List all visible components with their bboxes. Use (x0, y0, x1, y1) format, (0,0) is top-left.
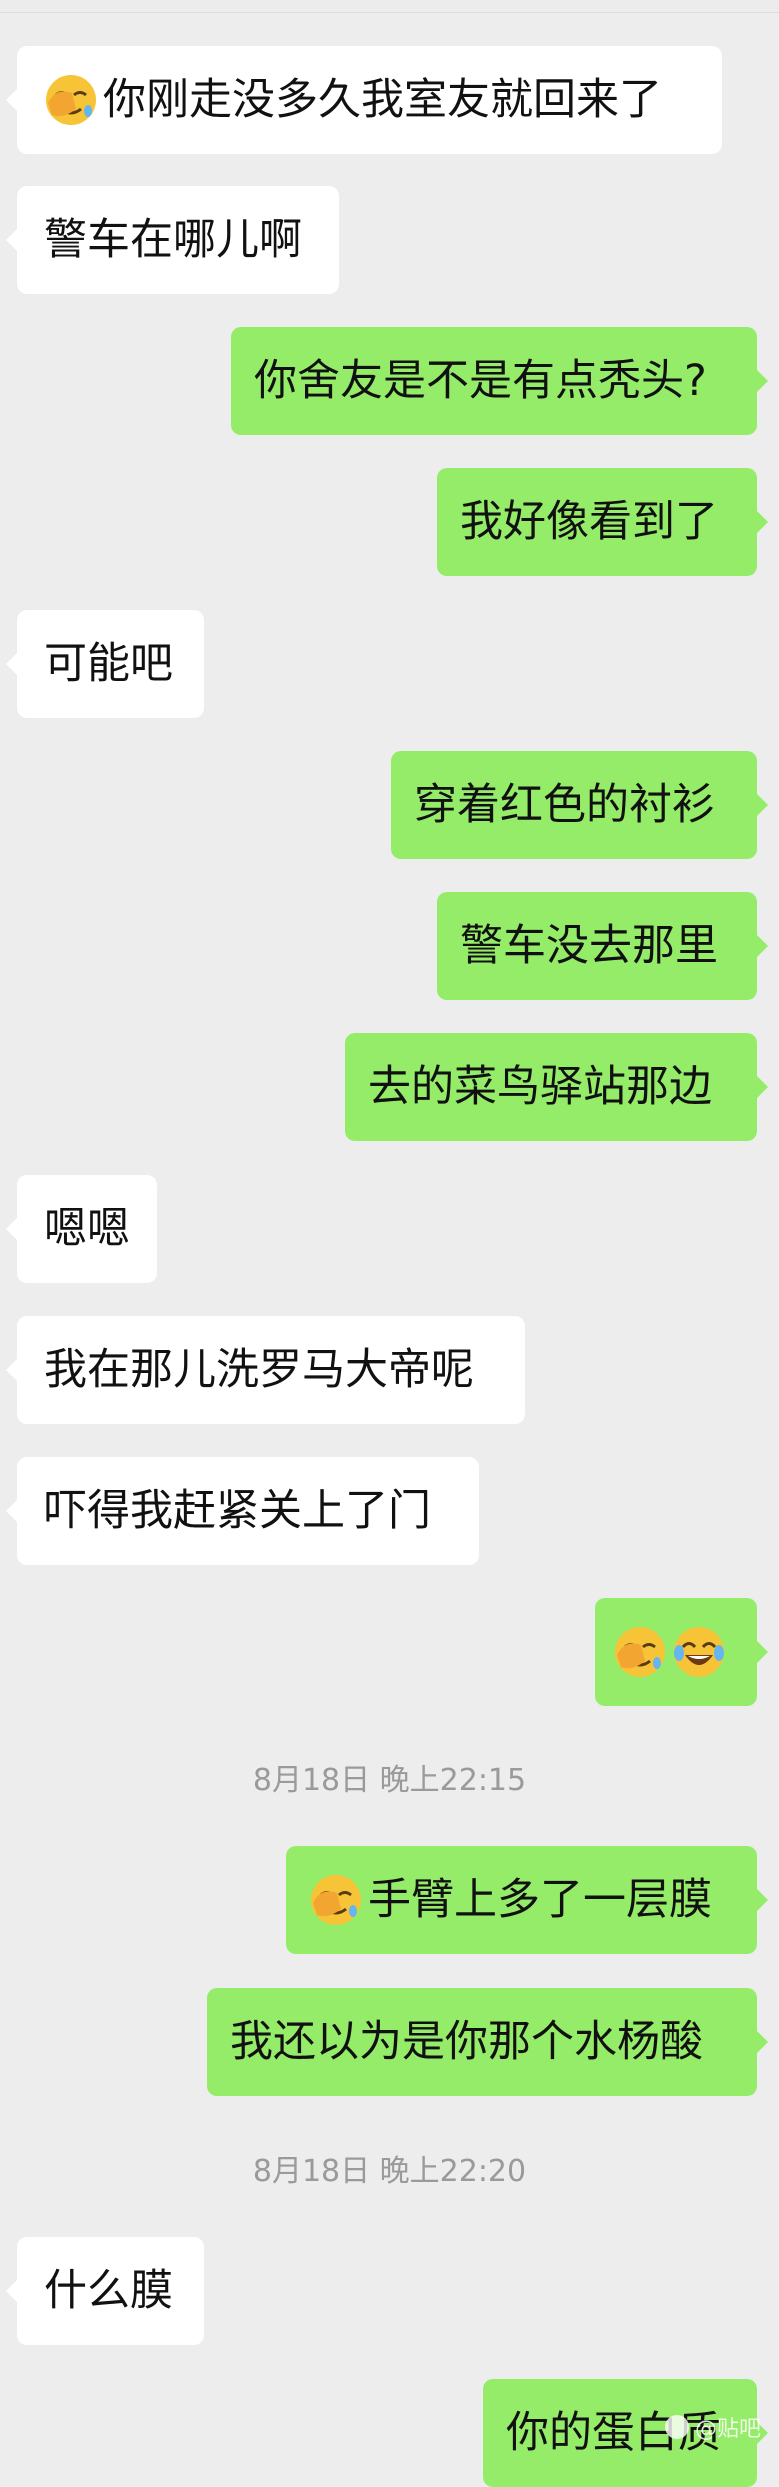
message-text: 我在那儿洗罗马大帝呢 (44, 1345, 474, 1395)
message-text: 穿着红色的衬衫 (414, 780, 715, 830)
message-text: 我还以为是你那个水杨酸 (230, 2017, 703, 2067)
message-bubble-incoming[interactable]: 吓得我赶紧关上了门 (6, 1457, 479, 1565)
paw-icon (664, 2415, 689, 2439)
message-text: 警车没去那里 (460, 921, 718, 971)
message-bubble-outgoing[interactable]: 我还以为是你那个水杨酸 (207, 1988, 768, 2096)
facepalm-icon (44, 73, 98, 127)
timestamp: 8月18日 晚上22:20 (252, 2154, 527, 2189)
message-bubble-outgoing[interactable]: 我好像看到了 (437, 468, 768, 576)
tears-of-joy-icon (672, 1625, 726, 1679)
message-bubble-incoming[interactable]: 警车在哪儿啊 (6, 186, 339, 294)
message-bubble-incoming[interactable]: 你刚走没多久我室友就回来了 (6, 46, 722, 154)
message-text: 我好像看到了 (460, 497, 718, 547)
message-text: 嗯嗯 (44, 1204, 130, 1254)
message-bubble-outgoing[interactable]: 警车没去那里 (437, 892, 768, 1000)
message-bubble-outgoing[interactable]: 去的菜鸟驿站那边 (345, 1033, 768, 1141)
message-bubble-incoming[interactable]: 嗯嗯 (6, 1175, 157, 1283)
message-bubble-outgoing[interactable]: 手臂上多了一层膜 (286, 1846, 768, 1954)
message-text: 去的菜鸟驿站那边 (368, 1062, 712, 1112)
message-text: 吓得我赶紧关上了门 (44, 1486, 431, 1536)
message-text: 警车在哪儿啊 (44, 215, 302, 265)
watermark-text: @贴吧 (694, 2417, 761, 2442)
facepalm-icon (309, 1873, 363, 1927)
facepalm-icon (613, 1625, 667, 1679)
watermark: @贴吧 (664, 2411, 761, 2443)
message-bubble-incoming[interactable]: 我在那儿洗罗马大帝呢 (6, 1316, 525, 1424)
message-text: 手臂上多了一层膜 (368, 1875, 712, 1925)
message-bubble-incoming[interactable]: 什么膜 (6, 2237, 204, 2345)
message-text: 什么膜 (44, 2266, 173, 2316)
top-divider (0, 0, 779, 13)
timestamp: 8月18日 晚上22:15 (252, 1763, 527, 1798)
message-text: 可能吧 (44, 639, 173, 689)
message-bubble-outgoing[interactable]: 你舍友是不是有点秃头? (231, 327, 768, 435)
message-text: 你舍友是不是有点秃头? (254, 356, 707, 406)
message-bubble-incoming[interactable]: 可能吧 (6, 610, 204, 718)
message-bubble-outgoing[interactable]: 穿着红色的衬衫 (391, 751, 768, 859)
message-text: 你刚走没多久我室友就回来了 (103, 75, 662, 125)
message-bubble-outgoing[interactable] (595, 1598, 768, 1706)
